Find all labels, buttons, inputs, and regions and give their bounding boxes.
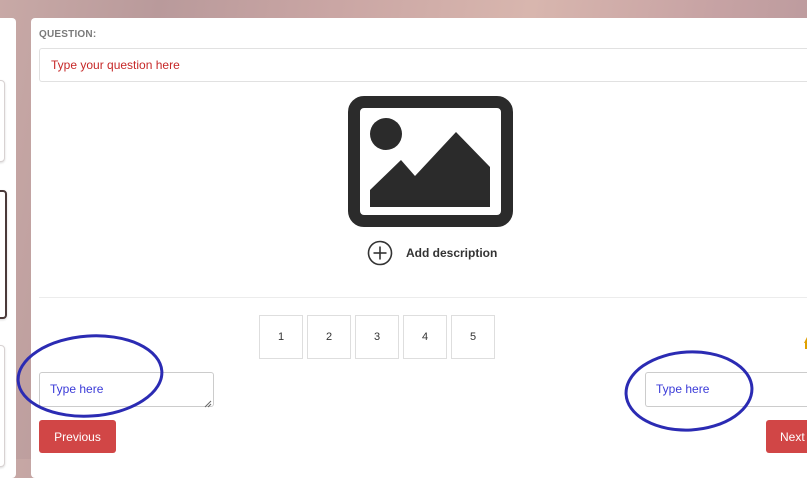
rating-scale: 1 2 3 4 5	[259, 315, 499, 359]
resize-handle-icon[interactable]	[204, 397, 212, 408]
scale-option-1[interactable]: 1	[259, 315, 303, 359]
slide-thumbnail-selected[interactable]	[0, 190, 7, 319]
scale-option-5[interactable]: 5	[451, 315, 495, 359]
scale-option-3[interactable]: 3	[355, 315, 399, 359]
question-input[interactable]: Type your question here	[39, 48, 807, 82]
question-editor: QUESTION: Type your question here Add de…	[31, 18, 807, 478]
scale-max-placeholder: Type here	[656, 382, 710, 396]
circle-plus-icon[interactable]	[367, 240, 393, 266]
scale-min-label-field[interactable]: Type here	[39, 372, 214, 408]
image-icon[interactable]	[348, 96, 513, 227]
divider	[39, 297, 807, 298]
scale-max-label-field[interactable]: Type here	[645, 372, 807, 407]
scale-option-4[interactable]: 4	[403, 315, 447, 359]
add-description-button[interactable]: Add description	[367, 240, 497, 266]
scale-min-placeholder: Type here	[50, 382, 104, 396]
previous-button[interactable]: Previous	[39, 420, 116, 453]
question-section-label: QUESTION:	[39, 29, 97, 40]
add-description-label: Add description	[406, 246, 498, 260]
scale-option-2[interactable]: 2	[307, 315, 351, 359]
next-button[interactable]: Next	[766, 420, 807, 453]
slide-thumbnail[interactable]	[0, 345, 5, 467]
slide-thumbnail[interactable]	[0, 80, 5, 162]
